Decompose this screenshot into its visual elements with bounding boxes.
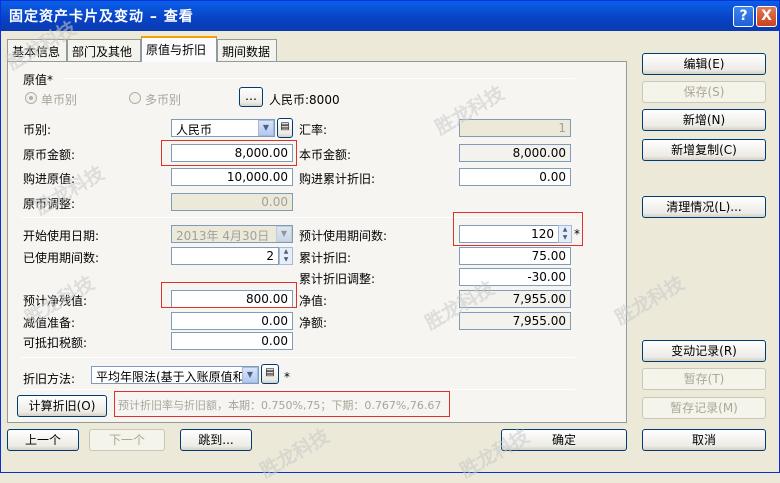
multi-currency-radio[interactable]: [129, 92, 141, 104]
method-lookup-icon[interactable]: ▤: [261, 364, 279, 384]
orig-adjust-label: 原币调整:: [23, 197, 76, 211]
used-periods-spinner[interactable]: ▲ ▼: [279, 247, 293, 265]
accum-dep-adj-field[interactable]: -30.00: [459, 268, 571, 286]
temp-save-button: 暂存(T): [642, 368, 766, 390]
required-mark: *: [574, 227, 580, 241]
orig-adjust-field: 0.00: [171, 193, 293, 211]
add-copy-button[interactable]: 新增复制(C): [642, 139, 766, 161]
residual-label: 预计净残值:: [23, 294, 88, 308]
rmb-summary: 人民币:8000: [269, 93, 340, 107]
currency-lookup-icon[interactable]: ▤: [277, 118, 293, 138]
required-mark: *: [284, 370, 290, 384]
save-button: 保存(S): [642, 81, 766, 103]
expected-periods-label: 预计使用期间数:: [299, 229, 388, 243]
accum-dep-label: 累计折旧:: [299, 251, 352, 265]
dep-rate-hint: 预计折旧率与折旧额，本期：0.750%,75；下期：0.767%,76.67: [114, 391, 450, 417]
section-divider: [21, 389, 575, 390]
change-log-button[interactable]: 变动记录(R): [642, 340, 766, 362]
title-bar: 固定资产卡片及变动 – 查看 ? X: [1, 1, 779, 31]
single-currency-label: 单币别: [41, 93, 78, 107]
cleanup-button[interactable]: 清理情况(L)...: [642, 196, 766, 218]
purchase-dep-field[interactable]: 0.00: [459, 168, 571, 186]
chevron-down-icon[interactable]: ▼: [258, 120, 274, 136]
calc-dep-button[interactable]: 计算折旧(O): [17, 395, 107, 417]
rate-field: 1: [459, 119, 571, 137]
section-divider: [21, 357, 575, 358]
accum-dep-field[interactable]: 75.00: [459, 247, 571, 265]
add-button[interactable]: 新增(N): [642, 109, 766, 131]
original-section-label: 原值*: [23, 73, 54, 87]
net-amount-field: 7,955.00: [459, 312, 571, 330]
prev-button[interactable]: 上一个: [7, 429, 79, 451]
multi-currency-label: 多币别: [145, 93, 182, 107]
jump-button[interactable]: 跳到...: [180, 429, 252, 451]
purchase-value-field[interactable]: 10,000.00: [171, 168, 293, 186]
local-amount-field: 8,000.00: [459, 144, 571, 162]
currency-label: 币别:: [23, 123, 52, 137]
window-title: 固定资产卡片及变动 – 查看: [9, 9, 194, 25]
watermark: 胜龙科技: [256, 425, 334, 483]
chevron-down-icon: ▼: [276, 226, 292, 242]
start-date-picker: 2013年 4月30日: [171, 225, 293, 243]
accum-dep-adj-label: 累计折旧调整:: [299, 272, 376, 286]
help-button[interactable]: ?: [733, 6, 754, 27]
deductible-tax-label: 可抵扣税额:: [23, 336, 88, 350]
rate-label: 汇率:: [299, 123, 328, 137]
purchase-value-label: 购进原值:: [23, 172, 76, 186]
method-label: 折旧方法:: [23, 372, 76, 386]
section-divider: [63, 78, 575, 79]
tab-original-dep[interactable]: 原值与折旧: [141, 36, 217, 62]
highlight-box: [453, 212, 583, 246]
currency-browse-button[interactable]: …: [239, 87, 263, 107]
dialog-window: 固定资产卡片及变动 – 查看 ? X 基本信息 部门及其他 原值与折旧 期间数据…: [0, 0, 780, 482]
net-value-label: 净值:: [299, 294, 328, 308]
deductible-tax-field[interactable]: 0.00: [171, 332, 293, 350]
single-currency-radio[interactable]: [25, 92, 37, 104]
impairment-label: 减值准备:: [23, 316, 76, 330]
highlight-box: [161, 140, 297, 166]
close-button[interactable]: X: [756, 6, 777, 27]
net-value-field: 7,955.00: [459, 290, 571, 308]
orig-amount-label: 原币金额:: [23, 148, 76, 162]
tab-period-data[interactable]: 期间数据: [217, 39, 277, 61]
start-date-label: 开始使用日期:: [23, 229, 100, 243]
method-select[interactable]: 平均年限法(基于入账原值和: [91, 366, 259, 384]
local-amount-label: 本币金额:: [299, 148, 352, 162]
next-button: 下一个: [89, 429, 165, 451]
chevron-down-icon[interactable]: ▼: [242, 367, 258, 383]
used-periods-field[interactable]: 2: [171, 247, 279, 265]
highlight-box: [161, 282, 297, 308]
impairment-field[interactable]: 0.00: [171, 312, 293, 330]
tab-dept-other[interactable]: 部门及其他: [67, 39, 141, 61]
tab-basic-info[interactable]: 基本信息: [7, 39, 67, 61]
used-periods-label: 已使用期间数:: [23, 251, 100, 265]
edit-button[interactable]: 编辑(E): [642, 53, 766, 75]
temp-log-button: 暂存记录(M): [642, 397, 766, 419]
cancel-button[interactable]: 取消: [642, 429, 766, 451]
ok-button[interactable]: 确定: [501, 429, 627, 451]
net-amount-label: 净额:: [299, 316, 328, 330]
purchase-dep-label: 购进累计折旧:: [299, 172, 376, 186]
